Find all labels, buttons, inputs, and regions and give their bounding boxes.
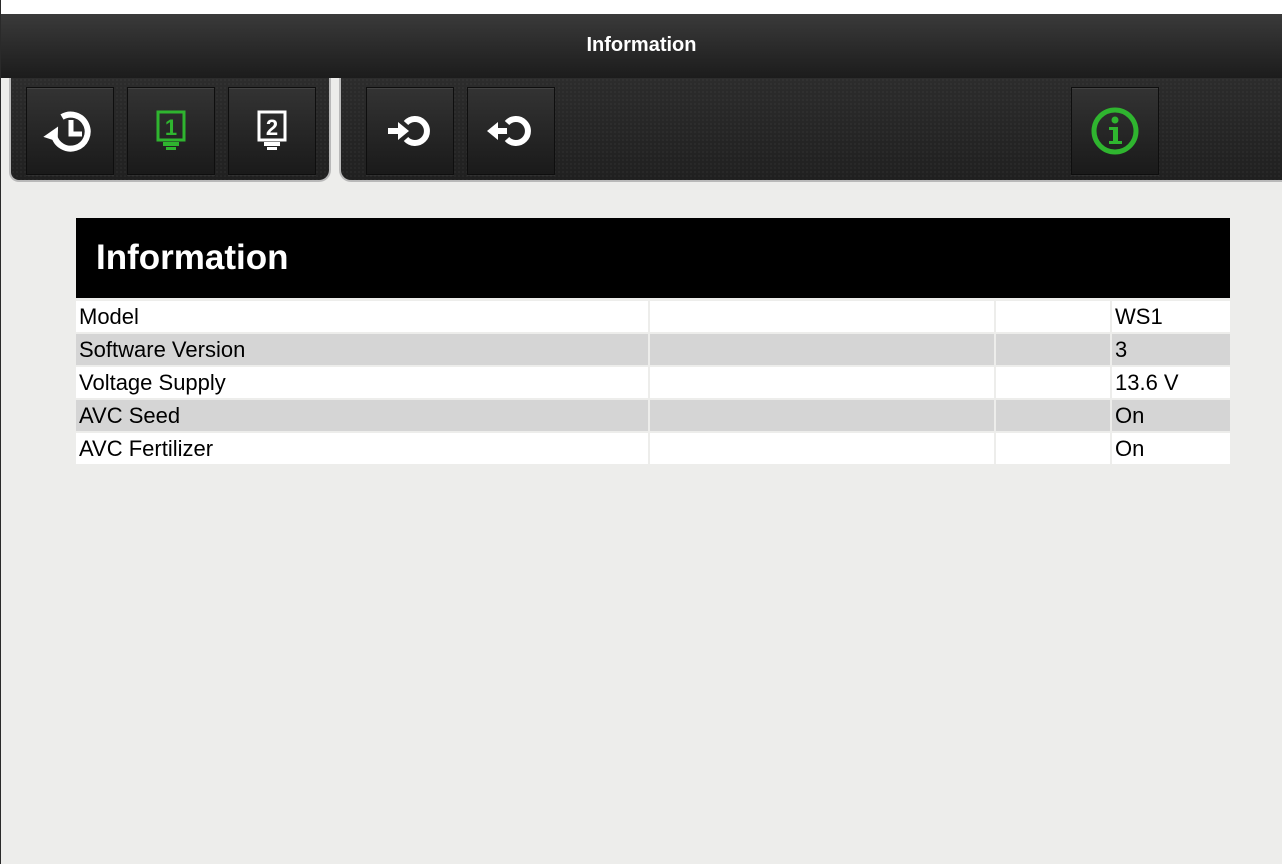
app-window: Information 1 2 Information Model WS1 So… xyxy=(0,0,1282,864)
history-button[interactable] xyxy=(26,87,114,175)
panel-header: Information xyxy=(76,218,1230,298)
empty-cell xyxy=(996,301,1112,334)
arrow-out-of-circle-icon xyxy=(487,116,531,146)
row-label: AVC Seed xyxy=(76,400,650,433)
panel-title: Information xyxy=(96,238,289,277)
content-area: Information Model WS1 Software Version 3… xyxy=(1,184,1282,864)
empty-cell xyxy=(996,433,1112,466)
screen-2-icon: 2 xyxy=(257,110,287,150)
table-row: Voltage Supply 13.6 V xyxy=(76,367,1230,400)
information-panel: Information Model WS1 Software Version 3… xyxy=(76,218,1230,466)
empty-cell xyxy=(650,400,996,433)
row-value: WS1 xyxy=(1112,301,1230,334)
screen-1-label: 1 xyxy=(165,115,177,140)
title-bar: Information xyxy=(1,14,1282,79)
row-value: On xyxy=(1112,400,1230,433)
row-value: 3 xyxy=(1112,334,1230,367)
row-label: Software Version xyxy=(76,334,650,367)
rotate-out-button[interactable] xyxy=(467,87,555,175)
table-row: AVC Seed On xyxy=(76,400,1230,433)
screen-1-button[interactable]: 1 xyxy=(127,87,215,175)
empty-cell xyxy=(996,367,1112,400)
empty-cell xyxy=(650,367,996,400)
screen-2-button[interactable]: 2 xyxy=(228,87,316,175)
info-icon xyxy=(1091,107,1139,155)
row-value: On xyxy=(1112,433,1230,466)
toolbar-group-actions xyxy=(339,78,1282,182)
empty-cell xyxy=(650,334,996,367)
table-row: AVC Fertilizer On xyxy=(76,433,1230,466)
row-label: Model xyxy=(76,301,650,334)
empty-cell xyxy=(650,301,996,334)
table-row: Software Version 3 xyxy=(76,334,1230,367)
toolbar: 1 2 xyxy=(1,78,1282,184)
table-row: Model WS1 xyxy=(76,301,1230,334)
row-label: Voltage Supply xyxy=(76,367,650,400)
arrow-into-circle-icon xyxy=(388,116,430,146)
window-title: Information xyxy=(586,33,697,56)
rotate-in-button[interactable] xyxy=(366,87,454,175)
empty-cell xyxy=(996,400,1112,433)
empty-cell xyxy=(650,433,996,466)
history-icon xyxy=(43,111,91,152)
empty-cell xyxy=(996,334,1112,367)
information-table: Model WS1 Software Version 3 Voltage Sup… xyxy=(76,301,1230,466)
row-value: 13.6 V xyxy=(1112,367,1230,400)
screen-1-icon: 1 xyxy=(156,110,186,150)
screen-2-label: 2 xyxy=(266,115,278,140)
information-button[interactable] xyxy=(1071,87,1159,175)
toolbar-group-screens: 1 2 xyxy=(9,78,331,182)
row-label: AVC Fertilizer xyxy=(76,433,650,466)
